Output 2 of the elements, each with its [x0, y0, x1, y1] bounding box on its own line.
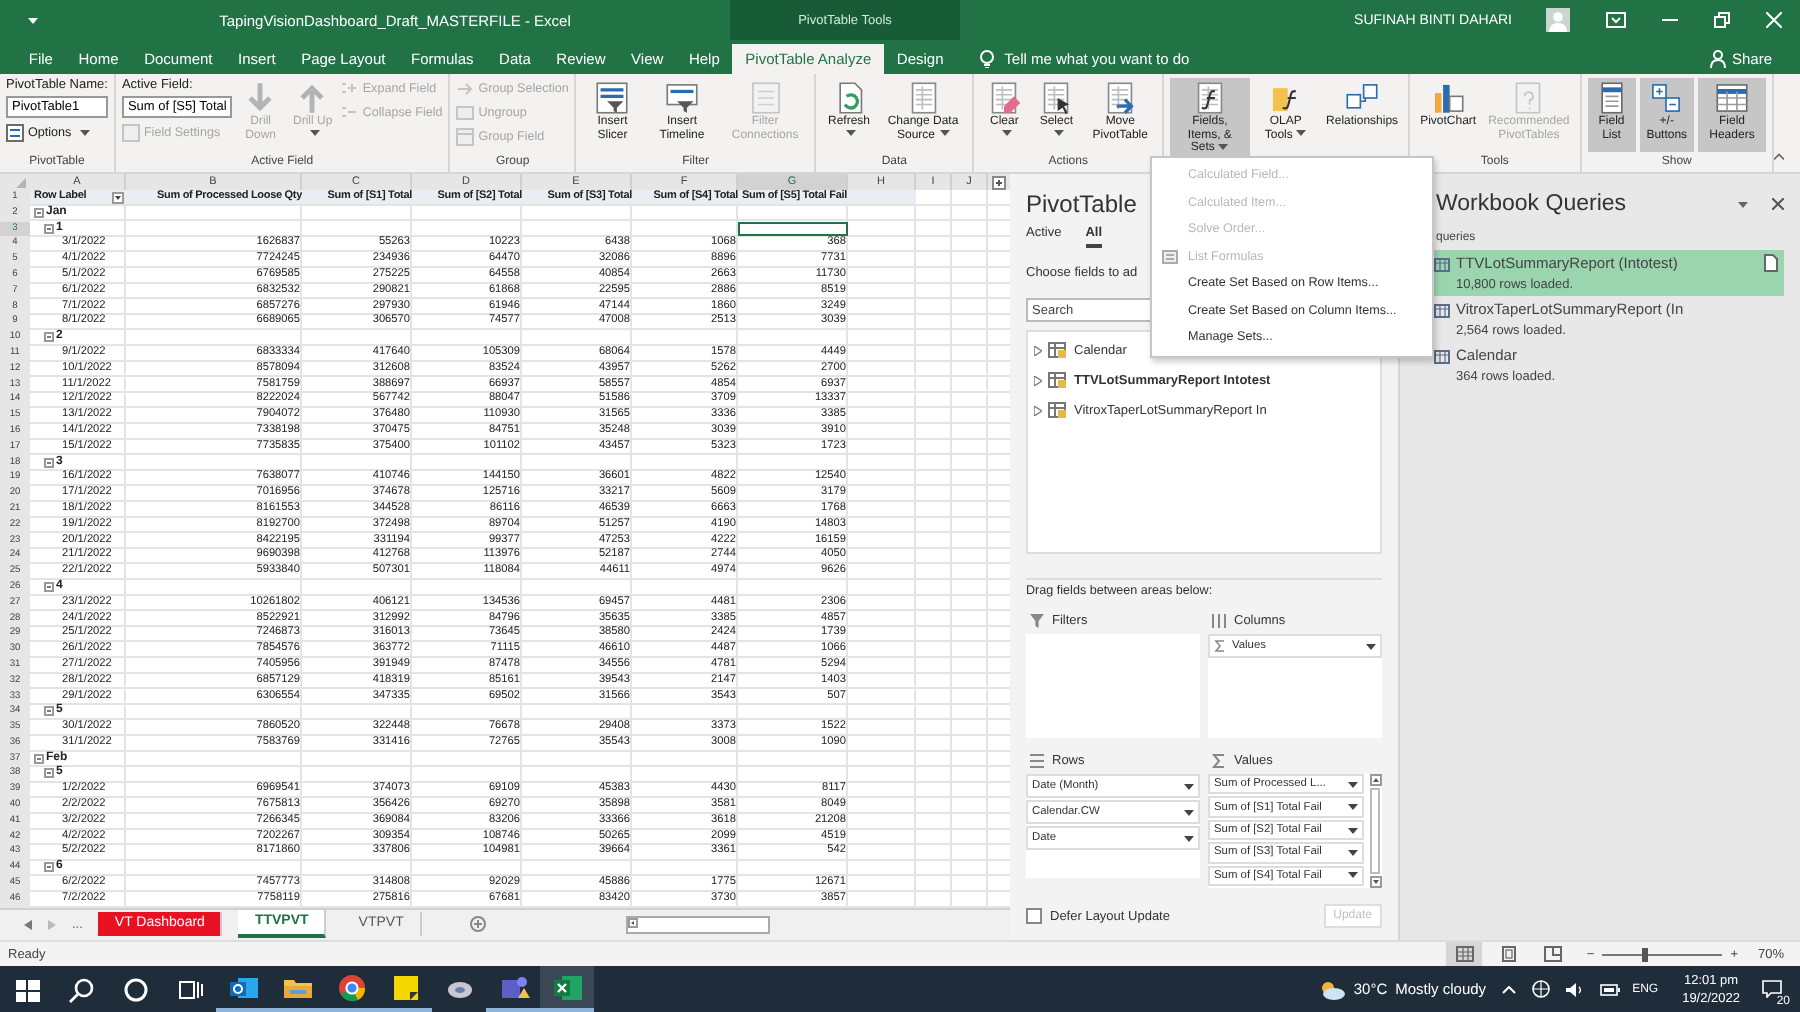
pane-title: PivotTable: [1026, 190, 1137, 220]
pane-title: Workbook Queries: [1436, 192, 1627, 216]
